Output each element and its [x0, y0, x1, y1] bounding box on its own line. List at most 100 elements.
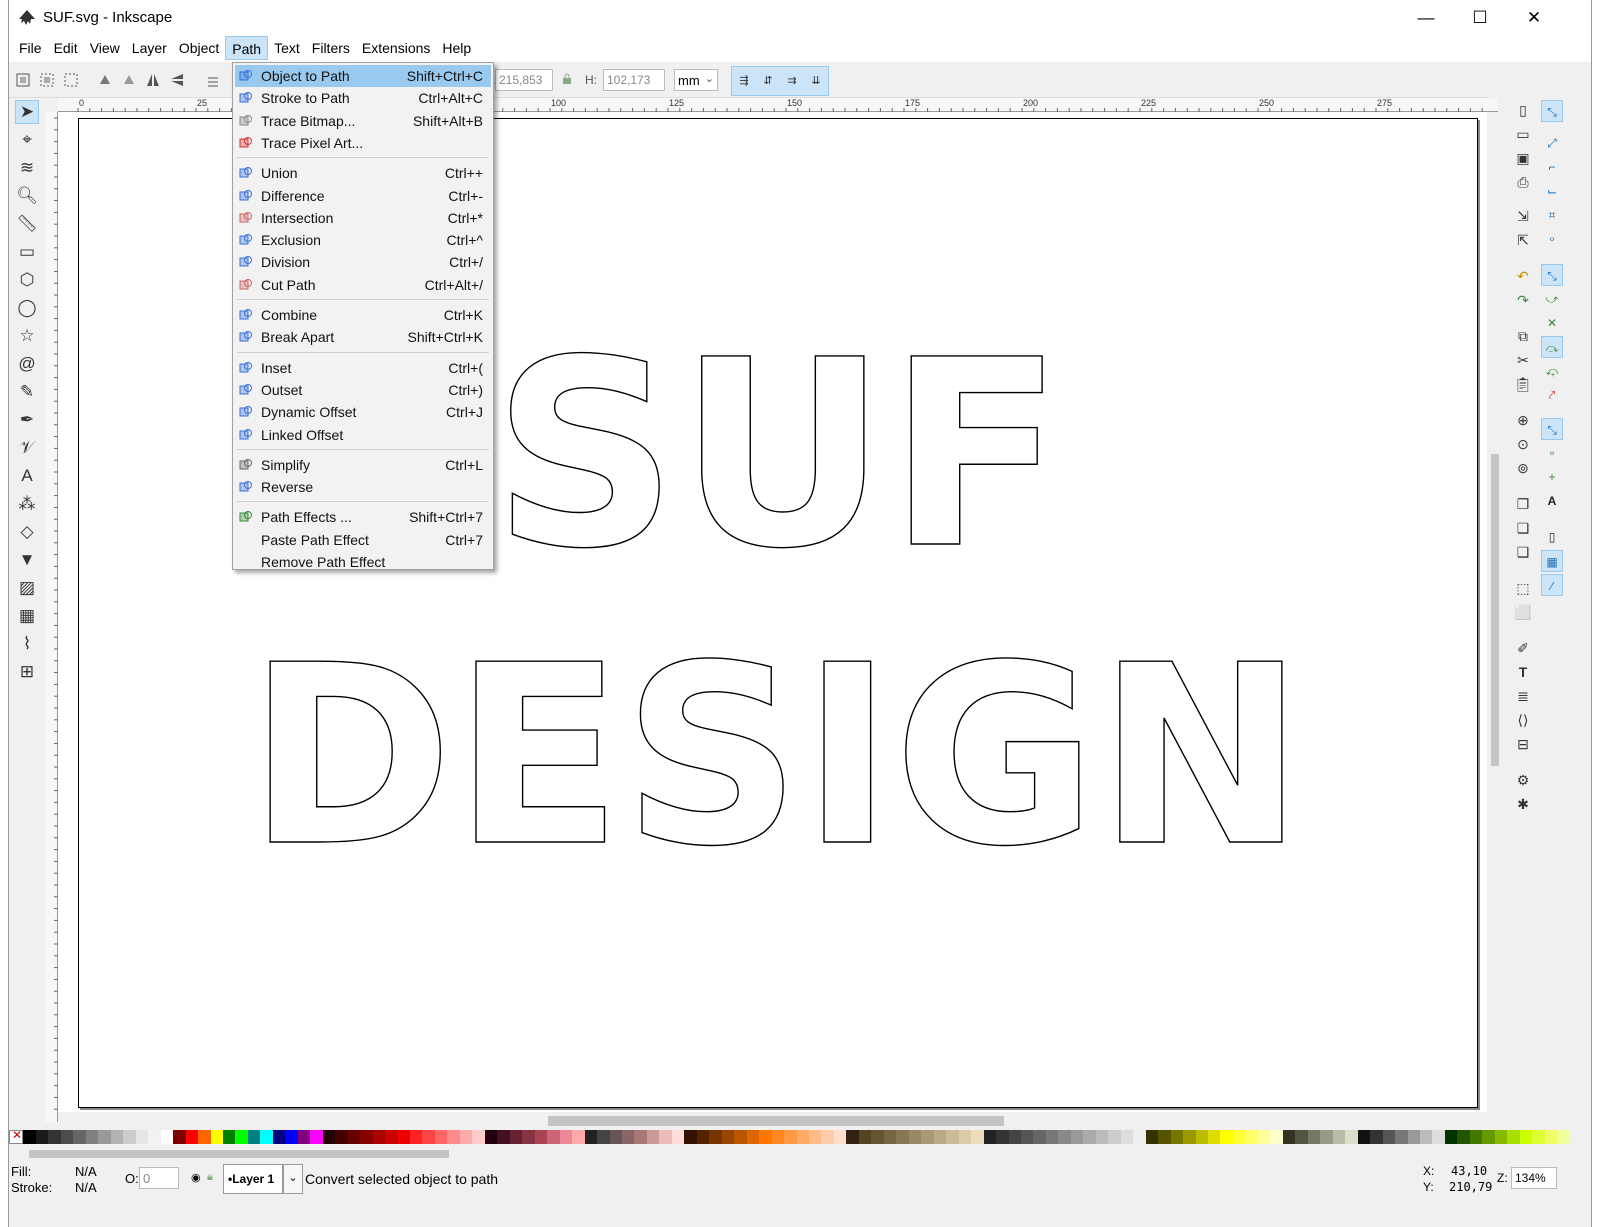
- menu-path[interactable]: Path: [225, 36, 269, 60]
- rectangle-tool-icon[interactable]: ▭: [15, 240, 39, 264]
- path-menu-item-path-effects[interactable]: Path Effects ... Shift+Ctrl+7: [235, 506, 491, 528]
- color-swatch[interactable]: [222, 1130, 236, 1144]
- select-all-layers-icon[interactable]: [39, 72, 55, 88]
- color-swatch[interactable]: [1232, 1130, 1246, 1144]
- palette-scrollbar[interactable]: [9, 1146, 1569, 1160]
- color-swatch[interactable]: [1532, 1130, 1545, 1144]
- vertical-scroll-thumb[interactable]: [1491, 454, 1499, 766]
- mesh-tool-icon[interactable]: ▦: [15, 604, 39, 628]
- snap-page-border-icon[interactable]: ▯: [1541, 526, 1563, 548]
- paint-bucket-tool-icon[interactable]: ▼: [15, 548, 39, 572]
- menu-object[interactable]: Object: [173, 36, 225, 60]
- scale-stroke-icon[interactable]: ⇶: [734, 72, 754, 90]
- width-field[interactable]: 215,853: [495, 69, 553, 91]
- color-swatch[interactable]: [148, 1130, 161, 1144]
- pen-tool-icon[interactable]: ✒: [15, 408, 39, 432]
- color-swatch[interactable]: [210, 1130, 223, 1144]
- color-swatch[interactable]: [509, 1130, 523, 1144]
- snap-paths-icon[interactable]: ⤻: [1541, 288, 1563, 310]
- snap-nodes-icon[interactable]: ⤡: [1541, 264, 1563, 286]
- color-swatch[interactable]: [1282, 1130, 1296, 1144]
- preferences-icon[interactable]: ✱: [1513, 794, 1533, 814]
- color-swatch[interactable]: [484, 1130, 498, 1144]
- menu-extensions[interactable]: Extensions: [356, 36, 436, 60]
- color-swatch[interactable]: [1195, 1130, 1208, 1144]
- color-swatch[interactable]: [434, 1130, 448, 1144]
- color-swatch[interactable]: [784, 1130, 797, 1144]
- color-swatch[interactable]: [833, 1130, 847, 1144]
- color-swatch[interactable]: [1108, 1130, 1121, 1144]
- color-swatch[interactable]: [48, 1130, 61, 1144]
- color-swatch[interactable]: [1170, 1130, 1184, 1144]
- snap-centers-icon[interactable]: ∘: [1541, 442, 1563, 464]
- path-menu-item-difference[interactable]: Difference Ctrl+-: [235, 185, 491, 207]
- color-swatch[interactable]: [597, 1130, 610, 1144]
- measure-tool-icon[interactable]: 📏︎: [15, 212, 39, 236]
- snap-smooth-nodes-icon[interactable]: ⤽: [1541, 360, 1563, 382]
- save-icon[interactable]: ▣: [1513, 148, 1533, 168]
- layers-icon[interactable]: ≣: [1513, 686, 1533, 706]
- rotate-ccw-icon[interactable]: [97, 72, 113, 88]
- color-swatch[interactable]: [372, 1130, 386, 1144]
- color-swatch[interactable]: [871, 1130, 884, 1144]
- snap-bbox-icon[interactable]: ⤢: [1541, 132, 1563, 154]
- color-swatch[interactable]: [110, 1130, 124, 1144]
- snap-text-baseline-icon[interactable]: A: [1541, 490, 1563, 512]
- color-swatch[interactable]: [1133, 1130, 1146, 1144]
- color-swatch[interactable]: [1432, 1130, 1445, 1144]
- snap-bbox-edges-icon[interactable]: ⌐: [1541, 156, 1563, 178]
- move-gradients-icon[interactable]: ⇉: [782, 72, 802, 90]
- color-swatch[interactable]: [1158, 1130, 1171, 1144]
- color-swatch[interactable]: [809, 1130, 822, 1144]
- layer-dropdown-icon[interactable]: ⌄: [283, 1164, 303, 1194]
- text-font-icon[interactable]: T: [1513, 662, 1533, 682]
- paste-icon[interactable]: 📋︎: [1513, 374, 1533, 394]
- color-swatch[interactable]: [447, 1130, 460, 1144]
- snap-others-icon[interactable]: ⤡: [1541, 418, 1563, 440]
- path-menu-item-break-apart[interactable]: Break Apart Shift+Ctrl+K: [235, 326, 491, 348]
- snap-midpoints-icon[interactable]: ⤤: [1541, 384, 1563, 406]
- color-swatch[interactable]: [85, 1130, 99, 1144]
- maximize-button[interactable]: ☐: [1453, 0, 1507, 36]
- cut-icon[interactable]: ✂: [1513, 350, 1533, 370]
- color-swatch[interactable]: [1345, 1130, 1358, 1144]
- color-swatch[interactable]: [1183, 1130, 1196, 1144]
- color-swatch[interactable]: [1544, 1130, 1558, 1144]
- color-swatch[interactable]: [1557, 1130, 1570, 1144]
- color-swatch[interactable]: [123, 1130, 136, 1144]
- color-swatch[interactable]: [1208, 1130, 1221, 1144]
- rotate-cw-icon[interactable]: [121, 72, 137, 88]
- color-swatch[interactable]: [796, 1130, 809, 1144]
- path-menu-item-intersection[interactable]: Intersection Ctrl+*: [235, 207, 491, 229]
- stroke-value[interactable]: N/A: [75, 1180, 97, 1195]
- color-swatch[interactable]: [883, 1130, 897, 1144]
- path-menu-item-trace-bitmap[interactable]: Trace Bitmap... Shift+Alt+B: [235, 110, 491, 132]
- xml-editor-icon[interactable]: ⟨⟩: [1513, 710, 1533, 730]
- tweak-tool-icon[interactable]: ≋: [15, 156, 39, 180]
- color-swatch[interactable]: [322, 1130, 336, 1144]
- color-swatch[interactable]: [1507, 1130, 1520, 1144]
- lock-icon[interactable]: [561, 73, 573, 85]
- node-tool-icon[interactable]: ⌖: [15, 128, 39, 152]
- snap-guides-icon[interactable]: ∕: [1541, 574, 1563, 596]
- path-menu-item-outset[interactable]: Outset Ctrl+): [235, 379, 491, 401]
- color-swatch[interactable]: [771, 1130, 785, 1144]
- color-swatch[interactable]: [584, 1130, 598, 1144]
- design-text-path[interactable]: DESIGN: [247, 612, 1306, 901]
- eye-icon[interactable]: ◉: [191, 1171, 201, 1184]
- color-swatch[interactable]: [684, 1130, 697, 1144]
- zoom-tool-icon[interactable]: 🔍︎: [15, 184, 39, 208]
- color-swatch[interactable]: [173, 1130, 186, 1144]
- color-swatch[interactable]: [1444, 1130, 1458, 1144]
- color-swatch[interactable]: [709, 1130, 722, 1144]
- path-menu-item-combine[interactable]: Combine Ctrl+K: [235, 304, 491, 326]
- color-swatch[interactable]: [971, 1130, 984, 1144]
- duplicate-icon[interactable]: ❐: [1513, 494, 1533, 514]
- color-swatch[interactable]: [721, 1130, 735, 1144]
- color-palette[interactable]: ✕: [9, 1128, 1570, 1144]
- minimize-button[interactable]: —: [1399, 0, 1453, 36]
- color-swatch[interactable]: [1457, 1130, 1470, 1144]
- color-swatch[interactable]: [472, 1130, 485, 1144]
- fill-value[interactable]: N/A: [75, 1164, 97, 1179]
- color-swatch[interactable]: [1020, 1130, 1034, 1144]
